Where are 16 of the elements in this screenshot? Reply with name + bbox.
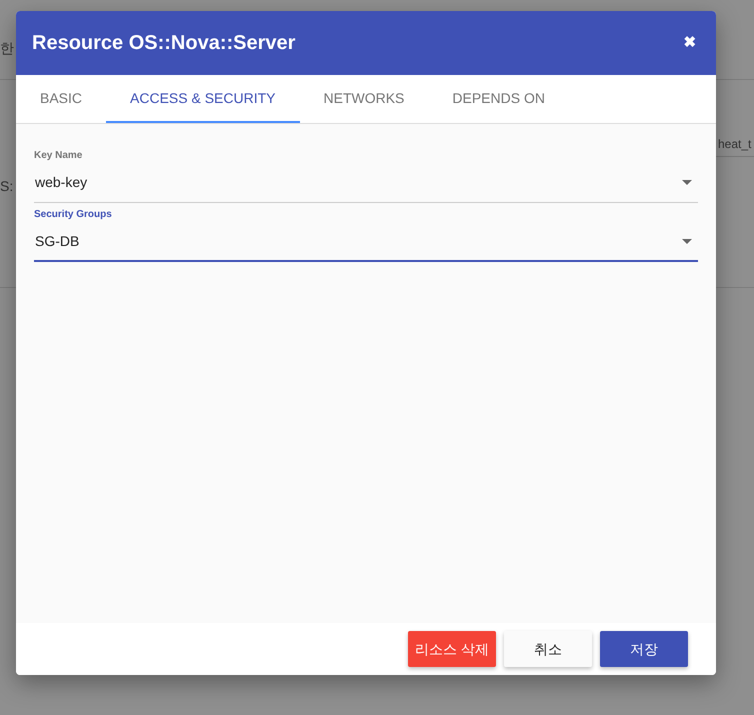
- cancel-button[interactable]: 취소: [504, 631, 592, 667]
- field-label: Security Groups: [34, 208, 113, 222]
- save-button[interactable]: 저장: [600, 631, 688, 667]
- select-field[interactable]: web-key: [34, 163, 698, 203]
- select-field[interactable]: SG-DB: [34, 222, 698, 262]
- tab[interactable]: BASIC: [16, 75, 106, 123]
- dropdown-arrow-icon: [682, 238, 692, 244]
- close-button[interactable]: ✖: [680, 32, 700, 54]
- background-label: 한: [0, 39, 14, 58]
- tab[interactable]: DEPENDS ON: [428, 75, 569, 123]
- delete-button[interactable]: 리소스 삭제: [408, 631, 496, 667]
- field-label: Key Name: [34, 149, 84, 163]
- dialog-title: Resource OS::Nova::Server: [32, 31, 296, 56]
- tab[interactable]: NETWORKS: [300, 75, 428, 123]
- background-label: S:: [0, 177, 14, 196]
- dropdown-arrow-icon: [682, 180, 692, 185]
